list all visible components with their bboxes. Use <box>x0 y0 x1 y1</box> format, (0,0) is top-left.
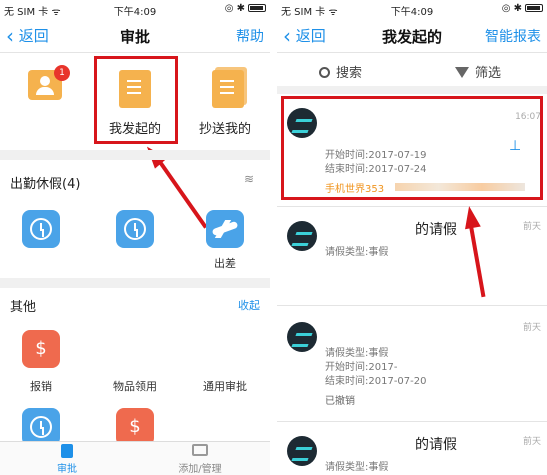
tab-approval[interactable]: 审批 <box>22 444 112 475</box>
notification-badge: 1 <box>54 65 70 81</box>
reimbursement-label: 报销 <box>30 380 52 393</box>
item-time: 前天 <box>522 222 541 232</box>
divider <box>270 0 277 475</box>
annotation-box <box>281 96 543 200</box>
annotation-box <box>94 56 178 144</box>
divider <box>0 52 270 53</box>
filter-icon <box>455 67 469 78</box>
tab-add-manage[interactable]: 添加/管理 <box>155 444 245 475</box>
plane-icon[interactable] <box>206 210 244 248</box>
status-bar: 无 SIM 卡 ᯤ 下午4:09 ◎ ✱ <box>277 0 547 18</box>
item-time: 前天 <box>522 437 541 447</box>
section-other-title: 其他 <box>10 300 37 315</box>
nav-bar: ‹ 返回 审批 帮助 <box>0 20 270 50</box>
right-screen: 无 SIM 卡 ᯤ 下午4:09 ◎ ✱ ‹ 返回 我发起的 智能报表 搜索 筛… <box>277 0 547 475</box>
item-time: 前天 <box>522 323 541 333</box>
item-title: 的请假 <box>415 437 457 453</box>
nav-bar: ‹ 返回 我发起的 智能报表 <box>277 20 547 50</box>
section-gap <box>0 278 270 288</box>
help-button[interactable]: 帮助 <box>236 26 264 46</box>
section-gap <box>0 150 270 160</box>
collapse-button[interactable]: 收起 <box>238 297 260 313</box>
general-approval-label: 通用审批 <box>203 380 247 393</box>
tray-icon <box>192 444 208 456</box>
end-time: 结束时间:2017-07-20 <box>325 376 427 387</box>
money-bag-icon[interactable]: $ <box>22 330 60 368</box>
battery-icon <box>248 4 266 12</box>
status-icons: ◎ ✱ <box>502 3 543 14</box>
tab-bar: 审批 添加/管理 <box>0 441 270 475</box>
item-requisition-label: 物品领用 <box>113 380 157 393</box>
avatar <box>287 436 317 466</box>
divider <box>277 52 547 53</box>
status-icons: ◎ ✱ <box>225 3 266 14</box>
list-item[interactable]: 前天 的请假 请假类型:事假 <box>277 422 547 475</box>
cc-to-me-item[interactable]: 抄送我的 <box>190 60 260 140</box>
annotation-arrow-shaft <box>158 160 208 229</box>
business-trip-label: 出差 <box>214 257 236 270</box>
pending-approval-item[interactable]: 1 <box>10 60 80 140</box>
search-button[interactable]: 搜索 <box>319 62 362 81</box>
avatar <box>287 322 317 352</box>
battery-icon <box>525 4 543 12</box>
clock-icon[interactable] <box>116 210 154 248</box>
item-title: 的请假 <box>415 222 457 238</box>
leave-type: 请假类型:事假 <box>325 348 389 359</box>
leave-type: 请假类型:事假 <box>325 462 389 473</box>
expand-icon[interactable]: ≋ <box>244 172 254 186</box>
start-time: 开始时间:2017- <box>325 362 398 373</box>
list-item[interactable]: 前天 请假类型:事假 开始时间:2017- 结束时间:2017-07-20 已撤… <box>277 306 547 421</box>
section-attendance-title: 出勤休假(4) <box>10 177 81 192</box>
list-item[interactable]: 前天 的请假 请假类型:事假 <box>277 207 547 305</box>
clock-icon[interactable] <box>22 210 60 248</box>
left-screen: 无 SIM 卡 ᯤ 下午4:09 ◎ ✱ ‹ 返回 审批 帮助 1 我发起的 抄… <box>0 0 270 475</box>
leave-type: 请假类型:事假 <box>325 247 389 258</box>
section-gap <box>277 86 547 94</box>
avatar <box>287 221 317 251</box>
page-title: 审批 <box>119 28 150 46</box>
status-bar: 无 SIM 卡 ᯤ 下午4:09 ◎ ✱ <box>0 0 270 18</box>
status-text: 已撤销 <box>325 396 355 407</box>
cc-to-me-label: 抄送我的 <box>198 122 251 137</box>
search-icon <box>319 67 330 78</box>
smart-report-button[interactable]: 智能报表 <box>485 26 541 46</box>
stacked-document-icon <box>212 70 244 108</box>
document-icon <box>61 444 73 458</box>
filter-button[interactable]: 筛选 <box>455 62 501 81</box>
